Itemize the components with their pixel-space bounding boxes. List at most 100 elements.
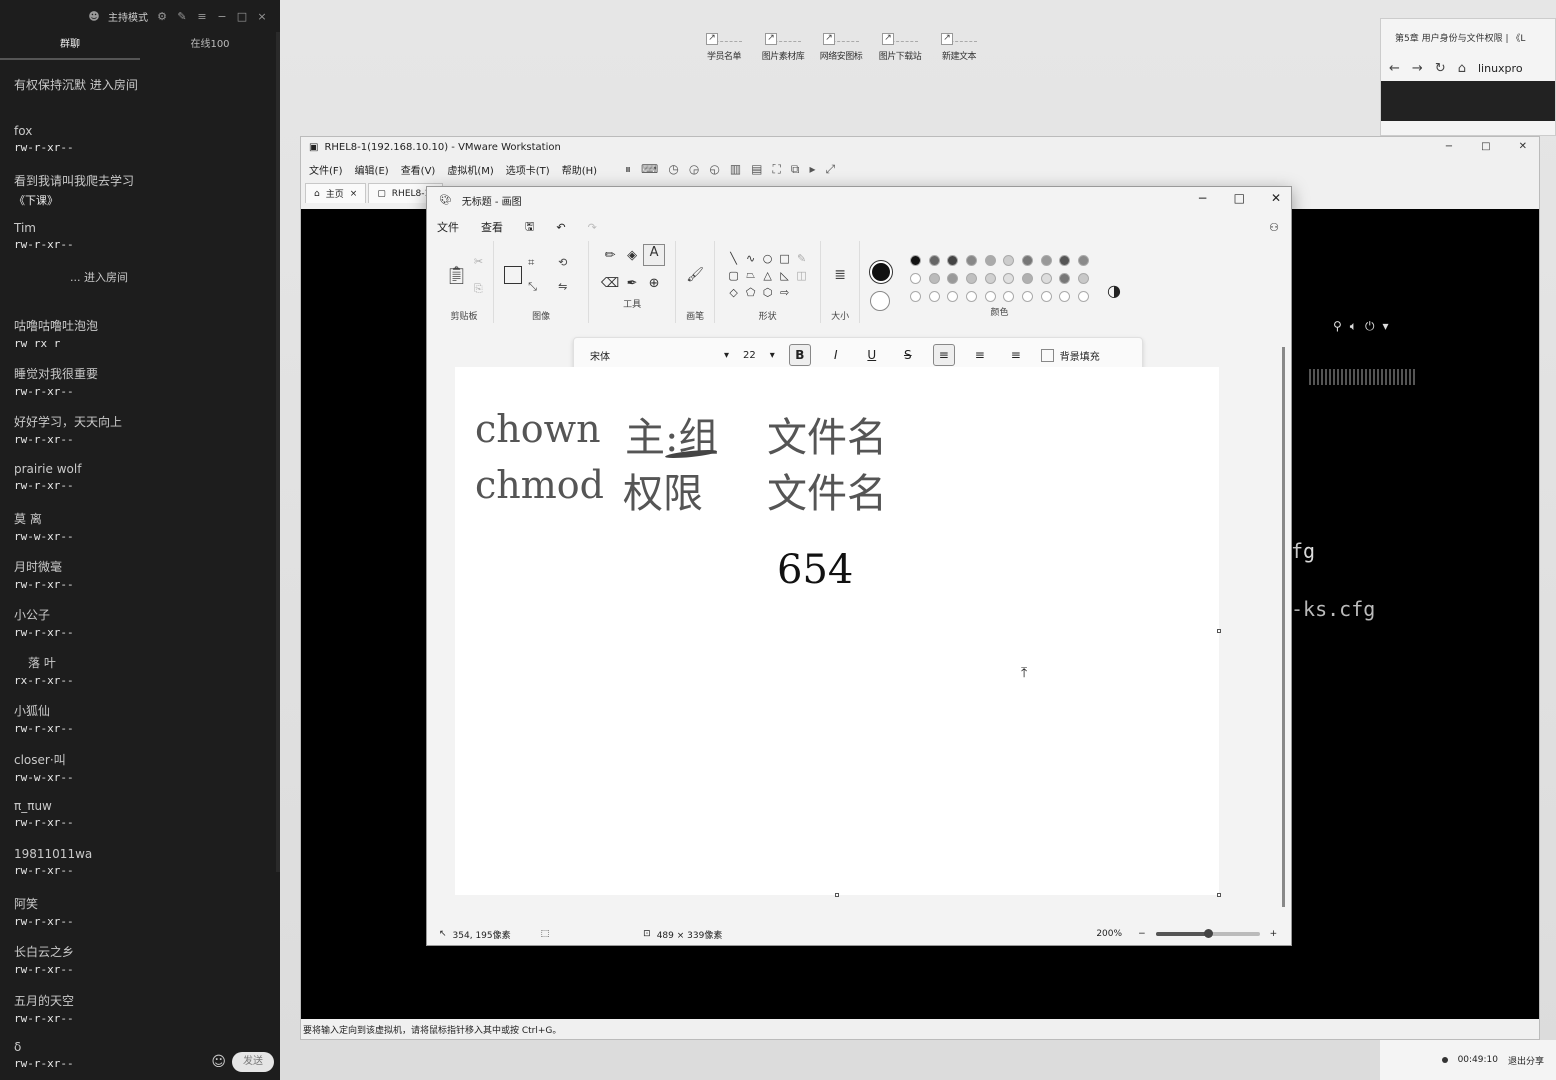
color-swatch[interactable] [1078, 272, 1090, 284]
refresh-icon[interactable]: ↻ [1435, 61, 1446, 76]
desktop-shortcut[interactable]: 图片下载站 [875, 12, 925, 62]
settings-icon[interactable]: ⚙ [156, 10, 168, 23]
fill-shape-icon[interactable]: ◫ [796, 269, 806, 282]
color-swatch[interactable] [1059, 254, 1071, 266]
send-keys-icon[interactable]: ⌨ [641, 162, 658, 177]
share-icon[interactable]: ⚇ [1269, 221, 1279, 234]
save-icon[interactable]: 🖫︎ [525, 218, 534, 237]
edit-colors-icon[interactable]: ◑ [1107, 265, 1121, 300]
tab-group-chat[interactable]: 群聊 [0, 32, 140, 60]
font-size-select[interactable]: 22 [743, 350, 756, 361]
menu-file[interactable]: 文件(F) [309, 162, 343, 177]
desktop-shortcut[interactable]: 网络安图标 [816, 12, 866, 62]
hexagon-shape-icon[interactable]: ⬡ [763, 286, 773, 299]
pentagon-shape-icon[interactable]: ⬠ [746, 286, 756, 299]
strikethrough-button[interactable]: S [897, 344, 919, 366]
align-left-button[interactable]: ≡ [932, 344, 955, 366]
resize-handle[interactable] [1217, 893, 1221, 897]
minimize-icon[interactable]: − [216, 10, 228, 23]
color-swatch[interactable] [909, 272, 921, 284]
diamond-shape-icon[interactable]: ◇ [729, 286, 737, 299]
color-swatch[interactable] [1003, 272, 1015, 284]
resize-handle[interactable] [1217, 629, 1221, 633]
align-center-button[interactable]: ≡ [969, 344, 991, 366]
bg-fill-checkbox[interactable] [1040, 348, 1054, 362]
color-swatch[interactable] [1040, 254, 1052, 266]
forward-icon[interactable]: → [1412, 61, 1423, 76]
redo-icon[interactable]: ↷ [588, 221, 597, 234]
text-icon[interactable]: A [643, 244, 666, 266]
zoom-in-icon[interactable]: + [1270, 929, 1278, 939]
color-swatch[interactable] [984, 290, 996, 302]
color-swatch[interactable] [1003, 290, 1015, 302]
resize-handle[interactable] [835, 893, 839, 897]
console-icon[interactable]: ▸ [810, 162, 816, 177]
fill-icon[interactable]: ◈ [627, 248, 637, 263]
snapshot-icon[interactable]: ◷ [668, 162, 678, 177]
desktop-shortcut[interactable]: 学员名单 [699, 12, 749, 62]
edit-icon[interactable]: ✎ [176, 10, 188, 23]
primary-color[interactable] [869, 260, 894, 284]
sidebar-icon[interactable]: ▥ [730, 162, 741, 177]
color-swatch[interactable] [909, 290, 921, 302]
select-icon[interactable] [504, 266, 523, 284]
brush-icon[interactable]: 🖌︎ [686, 267, 704, 283]
desktop-shortcut[interactable]: 新建文本 [934, 12, 984, 62]
outline-icon[interactable]: ✎ [797, 252, 806, 265]
power-icon[interactable]: ⏻ [1365, 319, 1375, 334]
align-right-button[interactable]: ≡ [1005, 344, 1027, 366]
network-icon[interactable]: ⚲ [1333, 319, 1342, 334]
color-swatch[interactable] [928, 290, 940, 302]
menu-icon[interactable]: ≡ [196, 10, 208, 23]
curve-shape-icon[interactable]: ∿ [746, 252, 755, 265]
thumbnail-icon[interactable]: ▤ [751, 162, 762, 177]
rounded-rect-shape-icon[interactable]: ▢ [728, 269, 738, 282]
menu-vm[interactable]: 虚拟机(M) [447, 162, 493, 177]
menu-view[interactable]: 查看(V) [401, 162, 436, 177]
pencil-icon[interactable]: ✏ [605, 248, 616, 263]
snapshot-restore-icon[interactable]: ◶ [689, 162, 699, 177]
color-swatch[interactable] [984, 272, 996, 284]
rectangle-shape-icon[interactable]: □ [779, 252, 789, 265]
maximize-icon[interactable]: □ [1481, 141, 1490, 152]
paste-icon[interactable]: 📋︎ [445, 265, 468, 286]
chevron-down-icon[interactable]: ▾ [1383, 319, 1389, 334]
color-swatch[interactable] [1078, 290, 1090, 302]
resize-icon[interactable]: ⤡ [528, 280, 548, 294]
line-shape-icon[interactable]: ╲ [730, 252, 737, 265]
copy-icon[interactable]: ⎘ [474, 282, 483, 296]
menu-help[interactable]: 帮助(H) [562, 162, 597, 177]
browser-tab[interactable]: 第5章 用户身份与文件权限 | 《L [1381, 19, 1555, 55]
chevron-down-icon[interactable]: ▾ [770, 350, 775, 361]
paint-scrollbar[interactable] [1282, 347, 1285, 907]
color-swatch[interactable] [966, 272, 978, 284]
size-icon[interactable]: ≣ [834, 267, 846, 283]
font-select[interactable]: 宋体 [590, 348, 710, 363]
crop-icon[interactable]: ⌗ [528, 256, 548, 270]
color-swatch[interactable] [909, 254, 921, 266]
right-triangle-shape-icon[interactable]: ◺ [780, 269, 788, 282]
color-swatch[interactable] [1059, 290, 1071, 302]
url-bar[interactable]: linuxpro [1478, 62, 1523, 75]
color-swatch[interactable] [947, 272, 959, 284]
color-swatch[interactable] [928, 254, 940, 266]
minimize-icon[interactable]: − [1445, 141, 1453, 152]
zoom-slider[interactable] [1155, 929, 1260, 938]
bold-button[interactable]: B [788, 344, 811, 366]
color-swatch[interactable] [928, 272, 940, 284]
volume-icon[interactable]: 🔈︎ [1350, 319, 1357, 334]
send-button[interactable]: 发送 [232, 1052, 274, 1072]
triangle-shape-icon[interactable]: △ [763, 269, 771, 282]
menu-file[interactable]: 文件 [437, 219, 459, 235]
browser-window[interactable]: 第5章 用户身份与文件权限 | 《L ← → ↻ ⌂ linuxpro [1380, 18, 1556, 136]
cut-icon[interactable]: ✂ [474, 255, 483, 268]
polygon-shape-icon[interactable]: ⏢ [746, 268, 755, 282]
magnifier-icon[interactable]: ⊕ [649, 276, 660, 291]
color-swatch[interactable] [1022, 272, 1034, 284]
color-swatch[interactable] [1078, 254, 1090, 266]
menu-view[interactable]: 查看 [481, 219, 503, 235]
color-swatch[interactable] [947, 254, 959, 266]
unity-icon[interactable]: ⧉ [791, 162, 800, 177]
oval-shape-icon[interactable]: ○ [763, 252, 773, 265]
fullscreen-icon[interactable]: ⛶ [773, 162, 781, 177]
